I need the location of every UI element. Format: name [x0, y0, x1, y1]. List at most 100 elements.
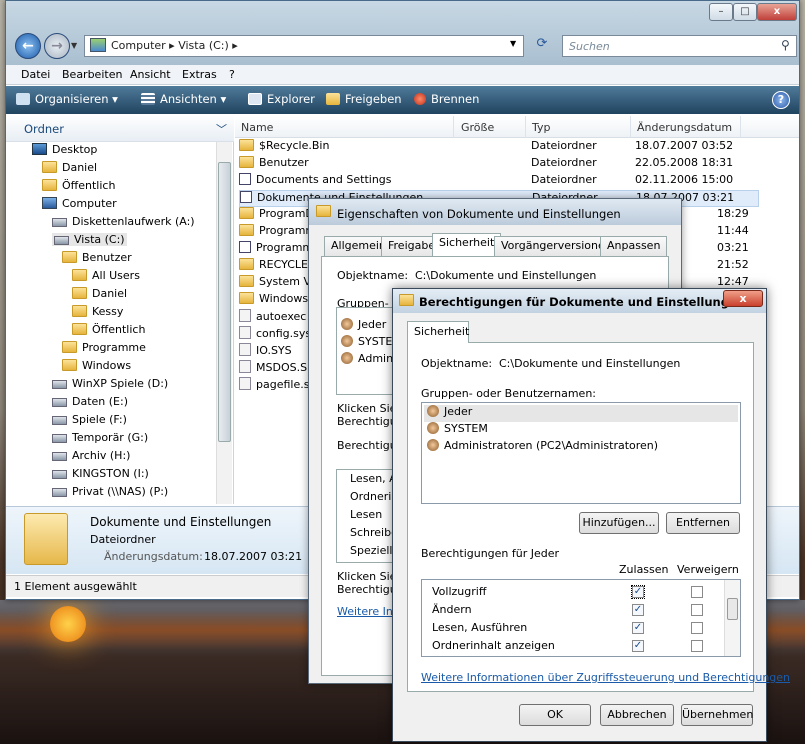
menu-datei[interactable]: Datei — [21, 68, 50, 81]
tree-item-drive-h[interactable]: Archiv (H:) — [52, 449, 130, 462]
recent-pages-icon[interactable]: ▼ — [71, 41, 77, 50]
column-name[interactable]: Name — [241, 121, 273, 134]
tree-item-public[interactable]: Öffentlich — [42, 179, 115, 192]
address-bar[interactable]: Computer ▸ Vista (C:) ▸ ▼ — [84, 35, 524, 57]
file-date: 11:44 — [717, 224, 749, 237]
file-row[interactable]: Benutzer Dateiordner 22.05.2008 18:31 — [239, 156, 759, 173]
folder-icon — [239, 139, 254, 151]
close-button[interactable]: x — [757, 3, 797, 21]
close-button[interactable]: x — [723, 290, 763, 307]
drive-icon — [52, 218, 67, 227]
tree-item-label: Benutzer — [82, 251, 132, 264]
list-item[interactable]: SYSTEM — [424, 422, 738, 439]
add-button[interactable]: Hinzufügen... — [579, 512, 659, 534]
column-divider[interactable] — [740, 116, 741, 138]
search-input[interactable]: Suchen ⚲ — [562, 35, 797, 57]
tree-item-drive-p[interactable]: Privat (\\NAS) (P:) — [52, 485, 168, 498]
deny-checkbox[interactable] — [691, 586, 703, 598]
tree-item-drive-e[interactable]: Daten (E:) — [52, 395, 128, 408]
user-name: SYSTEM — [444, 422, 488, 435]
tree-item-desktop[interactable]: Desktop — [32, 143, 97, 156]
column-divider[interactable] — [525, 116, 526, 138]
breadcrumb[interactable]: Computer ▸ Vista (C:) ▸ — [111, 39, 238, 52]
tree-item-daniel-2[interactable]: Daniel — [72, 287, 127, 300]
menu-bearbeiten[interactable]: Bearbeiten — [62, 68, 122, 81]
chevron-down-icon[interactable]: ﹀ — [216, 121, 227, 137]
column-divider[interactable] — [630, 116, 631, 138]
back-button[interactable]: ← — [15, 33, 41, 59]
tree-item-drive-i[interactable]: KINGSTON (I:) — [52, 467, 149, 480]
column-size[interactable]: Größe — [461, 121, 494, 134]
folder-icon — [72, 287, 87, 299]
tree-item-all-users[interactable]: All Users — [72, 269, 140, 282]
drive-icon — [52, 434, 67, 443]
column-divider[interactable] — [453, 116, 454, 138]
forward-button[interactable]: → — [44, 33, 70, 59]
remove-button[interactable]: Entfernen — [666, 512, 740, 534]
scrollbar-thumb[interactable] — [218, 162, 231, 442]
tab-sicherheit[interactable]: Sicherheit — [407, 321, 469, 343]
column-date[interactable]: Änderungsdatum — [637, 121, 732, 134]
views-button[interactable]: Ansichten ▾ — [141, 92, 226, 106]
folder-icon — [42, 161, 57, 173]
file-row[interactable]: $Recycle.Bin Dateiordner 18.07.2007 03:52 — [239, 139, 759, 156]
menu-extras[interactable]: Extras — [182, 68, 217, 81]
burn-button[interactable]: Brennen — [414, 92, 479, 106]
deny-checkbox[interactable] — [691, 604, 703, 616]
allow-checkbox[interactable]: ✓ — [631, 585, 645, 599]
minimize-button[interactable]: – — [709, 3, 733, 21]
more-info-link[interactable]: Weitere Informationen über Zugriffssteue… — [421, 671, 790, 684]
organize-button[interactable]: Organisieren ▾ — [16, 92, 118, 106]
menu-help[interactable]: ? — [229, 68, 235, 81]
tree-item-drive-f[interactable]: Spiele (F:) — [52, 413, 127, 426]
tree-item-vista-c[interactable]: Vista (C:) — [52, 233, 127, 246]
scrollbar-thumb[interactable] — [727, 598, 738, 620]
allow-checkbox[interactable]: ✓ — [632, 640, 644, 652]
explorer-button[interactable]: Explorer — [248, 92, 315, 106]
help-icon[interactable]: ? — [772, 91, 790, 109]
ok-button[interactable]: OK — [519, 704, 591, 726]
file-row[interactable]: Documents and Settings Dateiordner 02.11.2… — [239, 173, 759, 190]
permissions-scrollbar[interactable] — [724, 580, 740, 656]
permission-label: Ändern — [432, 603, 472, 616]
permissions-title-bar[interactable]: Berechtigungen für Dokumente und Einstel… — [393, 289, 766, 313]
menu-ansicht[interactable]: Ansicht — [130, 68, 171, 81]
nav-scrollbar[interactable] — [216, 142, 232, 504]
tree-item-drive-d[interactable]: WinXP Spiele (D:) — [52, 377, 168, 390]
tree-item-drive-g[interactable]: Temporär (G:) — [52, 431, 148, 444]
user-list[interactable]: Jeder SYSTEM Administratoren (PC2\Admini… — [421, 402, 741, 504]
list-item[interactable]: Admini — [341, 352, 396, 365]
search-icon[interactable]: ⚲ — [781, 38, 790, 52]
file-name: $Recycle.Bin — [259, 139, 330, 152]
folder-icon — [24, 513, 68, 565]
tree-item-daniel[interactable]: Daniel — [42, 161, 97, 174]
allow-checkbox[interactable]: ✓ — [632, 604, 644, 616]
list-item[interactable]: Jeder — [341, 318, 386, 331]
cancel-button[interactable]: Abbrechen — [600, 704, 674, 726]
allow-column-label: Zulassen — [619, 563, 669, 576]
deny-checkbox[interactable] — [691, 640, 703, 652]
list-item[interactable]: Administratoren (PC2\Administratoren) — [424, 439, 738, 456]
tab-anpassen[interactable]: Anpassen — [600, 236, 668, 256]
tree-item-kessy[interactable]: Kessy — [72, 305, 123, 318]
chevron-down-icon[interactable]: ▼ — [510, 39, 516, 48]
properties-title-bar[interactable]: Eigenschaften von Dokumente und Einstell… — [309, 199, 681, 225]
allow-checkbox[interactable]: ✓ — [632, 622, 644, 634]
tree-item-benutzer[interactable]: Benutzer — [62, 251, 132, 264]
list-item: Schreibe — [350, 526, 398, 539]
share-label: Freigeben — [345, 92, 402, 106]
refresh-icon[interactable]: ⟳ — [530, 36, 554, 56]
tree-item-computer[interactable]: Computer — [42, 197, 117, 210]
tree-item-windows[interactable]: Windows — [62, 359, 131, 372]
nav-pane-header[interactable]: Ordner ﹀ — [6, 114, 234, 142]
tab-sicherheit[interactable]: Sicherheit — [432, 233, 502, 257]
tree-item-programme[interactable]: Programme — [62, 341, 146, 354]
share-button[interactable]: Freigeben — [326, 92, 402, 106]
tree-item-public-2[interactable]: Öffentlich — [72, 323, 145, 336]
apply-button[interactable]: Übernehmen — [681, 704, 753, 726]
column-type[interactable]: Typ — [532, 121, 551, 134]
maximize-button[interactable]: □ — [733, 3, 757, 21]
deny-checkbox[interactable] — [691, 622, 703, 634]
list-item-selected[interactable]: Jeder — [424, 405, 738, 422]
tree-item-floppy[interactable]: Diskettenlaufwerk (A:) — [52, 215, 195, 228]
